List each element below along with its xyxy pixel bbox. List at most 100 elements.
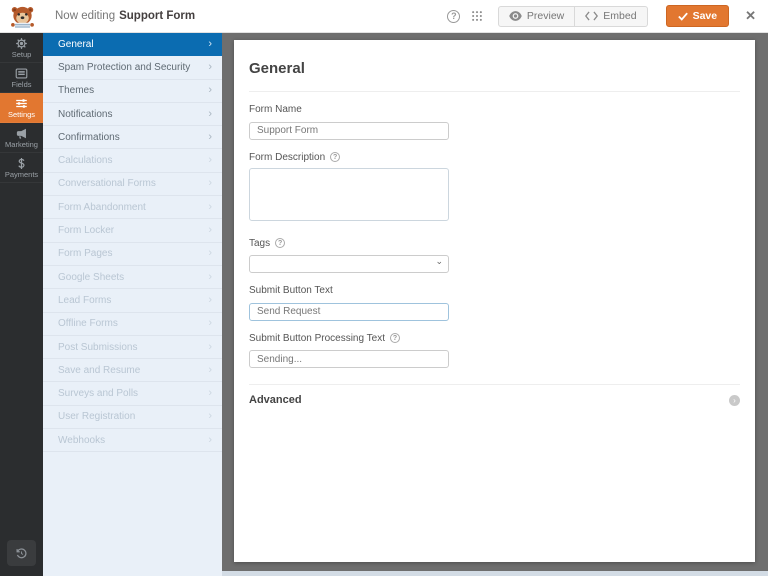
chevron-right-icon: › (208, 272, 212, 283)
settings-menu-item-user-registration: User Registration › (43, 406, 222, 429)
fields-icon (15, 67, 28, 80)
megaphone-icon (15, 127, 28, 140)
submit-processing-text-label: Submit Button Processing Text (249, 333, 385, 344)
bottom-edge (222, 571, 768, 576)
submit-button-text-input[interactable] (249, 303, 449, 321)
settings-menu-item-webhooks: Webhooks › (43, 429, 222, 452)
settings-menu-item-form-pages: Form Pages› (43, 243, 222, 266)
chevron-right-icon: › (208, 388, 212, 399)
form-description-group: Form Description ? (249, 152, 740, 226)
dollar-icon (15, 157, 28, 170)
sidebar-item-marketing[interactable]: Marketing (0, 123, 43, 153)
expand-chevron-icon[interactable]: › (729, 395, 740, 406)
settings-menu-item-themes[interactable]: Themes› (43, 80, 222, 103)
settings-menu-item-conversational-forms: Conversational Forms › (43, 173, 222, 196)
menu-item-label: Conversational Forms (58, 178, 156, 189)
menu-item-label: Confirmations (58, 132, 120, 143)
tags-label: Tags (249, 238, 270, 249)
help-tooltip-icon[interactable]: ? (275, 238, 285, 248)
menu-item-label: Google Sheets (58, 272, 124, 283)
advanced-section-header[interactable]: Advanced › (249, 384, 740, 406)
code-icon (585, 11, 598, 21)
settings-menu-item-post-submissions: Post Submissions › (43, 336, 222, 359)
check-icon (678, 12, 688, 21)
eye-icon (509, 11, 522, 21)
chevron-right-icon: › (208, 132, 212, 143)
menu-item-label: Post Submissions (58, 342, 137, 353)
wpforms-logo-icon (9, 4, 36, 29)
menu-item-label: Notifications (58, 109, 112, 120)
help-icon[interactable]: ? (446, 8, 462, 24)
history-icon (15, 547, 28, 560)
chevron-right-icon: › (208, 39, 212, 50)
topbar-actions: ? Preview Embed Sav (446, 5, 768, 27)
wpforms-builder: Now editing Support Form ? Preview Em (0, 0, 768, 576)
submit-processing-text-group: Submit Button Processing Text ? (249, 333, 740, 369)
settings-menu: General›Spam Protection and Security›The… (43, 33, 222, 576)
settings-menu-item-general[interactable]: General › (43, 33, 222, 56)
revisions-history-button[interactable] (7, 540, 36, 566)
settings-menu-item-calculations: Calculations› (43, 149, 222, 172)
menu-item-label: User Registration (58, 411, 135, 422)
settings-menu-item-spam-protection-and-security[interactable]: Spam Protection and Security› (43, 56, 222, 79)
form-description-textarea[interactable] (249, 168, 449, 221)
settings-menu-item-google-sheets: Google Sheets › (43, 266, 222, 289)
menu-item-label: Offline Forms (58, 318, 118, 329)
settings-menu-item-form-abandonment: Form Abandonment› (43, 196, 222, 219)
chevron-right-icon: › (208, 109, 212, 120)
chevron-right-icon: › (208, 178, 212, 189)
tags-group: Tags ? ⌄ (249, 238, 740, 274)
chevron-right-icon: › (208, 411, 212, 422)
help-tooltip-icon[interactable]: ? (390, 333, 400, 343)
content-area: General Form Name Form Description ? Tag… (222, 33, 768, 576)
gear-icon (15, 37, 28, 50)
save-button[interactable]: Save (666, 5, 730, 27)
sidebar-item-settings[interactable]: Settings (0, 93, 43, 123)
form-name-input[interactable] (249, 122, 449, 140)
menu-item-label: Calculations (58, 155, 112, 166)
topbar: Now editing Support Form ? Preview Em (0, 0, 768, 33)
submit-button-text-label: Submit Button Text (249, 285, 333, 296)
sidebar-item-label: Setup (12, 51, 32, 59)
menu-item-label: Lead Forms (58, 295, 111, 306)
menu-item-label: General (58, 39, 94, 50)
settings-menu-item-offline-forms: Offline Forms › (43, 313, 222, 336)
settings-menu-item-notifications[interactable]: Notifications › (43, 103, 222, 126)
tags-select[interactable] (249, 255, 449, 273)
menu-item-label: Form Locker (58, 225, 114, 236)
menu-item-label: Webhooks (58, 435, 105, 446)
settings-menu-item-confirmations[interactable]: Confirmations › (43, 126, 222, 149)
settings-menu-item-form-locker: Form Locker › (43, 219, 222, 242)
embed-button[interactable]: Embed (575, 6, 647, 27)
sidebar-item-payments[interactable]: Payments (0, 153, 43, 183)
embed-label: Embed (603, 10, 636, 22)
preview-embed-group: Preview Embed (498, 6, 648, 27)
menu-item-label: Themes (58, 85, 94, 96)
sidebar-item-label: Settings (8, 111, 35, 119)
menu-item-label: Save and Resume (58, 365, 140, 376)
sidebar-item-label: Payments (5, 171, 38, 179)
sidebar-item-label: Fields (11, 81, 31, 89)
chevron-right-icon: › (208, 295, 212, 306)
close-icon[interactable]: ✕ (745, 8, 756, 24)
sidebar-item-setup[interactable]: Setup (0, 33, 43, 63)
chevron-right-icon: › (208, 202, 212, 213)
chevron-right-icon: › (208, 342, 212, 353)
chevron-right-icon: › (208, 365, 212, 376)
advanced-label: Advanced (249, 394, 302, 406)
submit-processing-text-input[interactable] (249, 350, 449, 368)
shortcuts-grid-icon[interactable] (469, 8, 485, 24)
chevron-right-icon: › (208, 62, 212, 73)
panel-title: General (249, 54, 740, 92)
settings-menu-item-surveys-and-polls: Surveys and Polls› (43, 382, 222, 405)
form-name-label: Form Name (249, 104, 302, 115)
sidebar-item-fields[interactable]: Fields (0, 63, 43, 93)
preview-button[interactable]: Preview (498, 6, 575, 27)
submit-button-text-group: Submit Button Text (249, 285, 740, 321)
save-label: Save (693, 10, 718, 22)
chevron-right-icon: › (208, 435, 212, 446)
chevron-right-icon: › (208, 318, 212, 329)
menu-item-label: Form Pages (58, 248, 112, 259)
help-tooltip-icon[interactable]: ? (330, 152, 340, 162)
chevron-right-icon: › (208, 225, 212, 236)
